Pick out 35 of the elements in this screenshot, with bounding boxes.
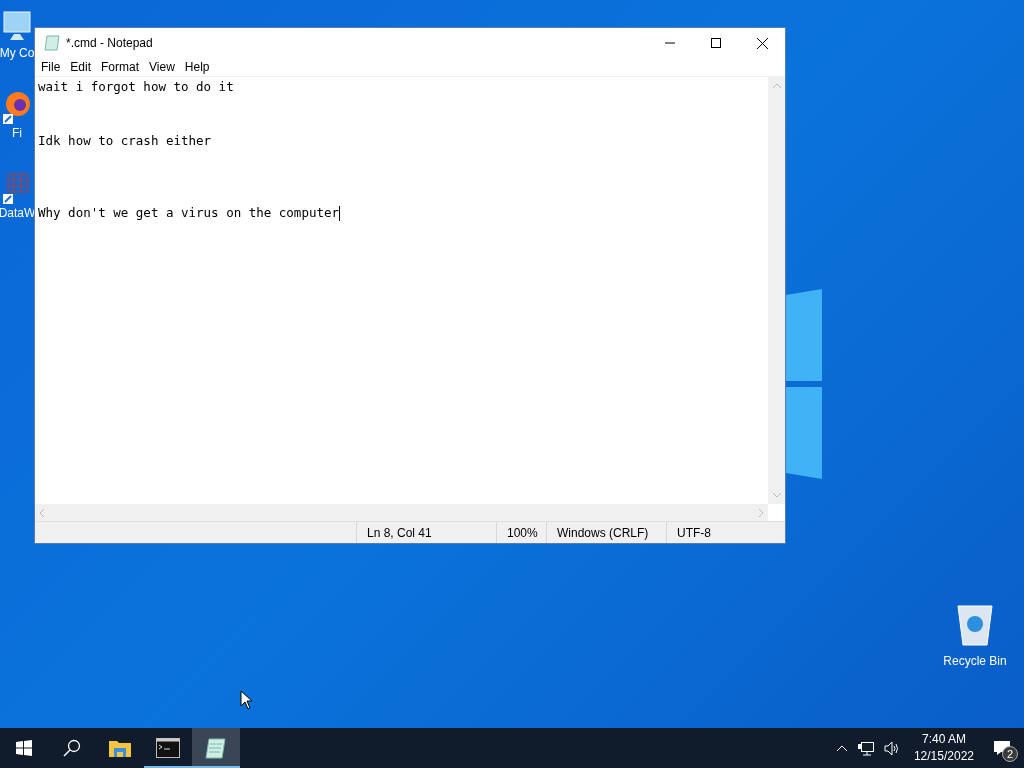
status-text: UTF-8 — [677, 524, 711, 542]
recycle-bin-icon[interactable] — [956, 602, 994, 646]
desktop-icon-label[interactable]: My Co — [0, 46, 35, 60]
text-content[interactable]: wait i forgot how to do it Idk how to crash either Why don't we get a virus on the computer — [38, 78, 765, 222]
speaker-icon[interactable] — [883, 740, 900, 756]
terminal-icon — [156, 738, 180, 758]
menu-item[interactable]: Format — [96, 58, 145, 76]
close-icon — [756, 37, 768, 49]
desktop-icon-label[interactable]: Recycle Bin — [943, 652, 1007, 670]
grid-app-icon — [2, 170, 32, 204]
status-text: Ln 8, Col 41 — [367, 524, 432, 542]
notepad-icon — [44, 35, 60, 51]
clock-time[interactable]: 7:40 AM — [921, 731, 966, 748]
window-title: *.cmd - Notepad — [66, 35, 154, 52]
menu-item[interactable]: Help — [179, 58, 215, 76]
notepad-icon — [204, 737, 228, 759]
menu-item[interactable]: File — [36, 58, 66, 76]
fox-globe-icon — [2, 90, 32, 124]
clock-date[interactable]: 12/15/2022 — [913, 748, 974, 765]
windows-logo-icon — [16, 740, 32, 756]
menu-item[interactable]: Edit — [65, 58, 97, 76]
network-icon[interactable] — [857, 740, 874, 756]
chevron-up-icon[interactable] — [835, 744, 848, 752]
notification-count: 2 — [1002, 746, 1018, 762]
search-icon — [63, 739, 81, 757]
maximize-icon — [711, 38, 721, 48]
mouse-pointer-icon — [240, 690, 253, 710]
desktop-icon-label[interactable]: DataW — [0, 206, 36, 220]
desktop-icon-label[interactable]: Fi — [12, 126, 22, 140]
taskbar-app-button[interactable] — [192, 728, 240, 768]
status-text: Windows (CRLF) — [557, 524, 649, 542]
status-text: 100% — [507, 524, 538, 542]
notification-button[interactable]: 2 — [980, 728, 1024, 768]
menu-item[interactable]: View — [144, 58, 180, 76]
folder-icon — [108, 738, 132, 758]
